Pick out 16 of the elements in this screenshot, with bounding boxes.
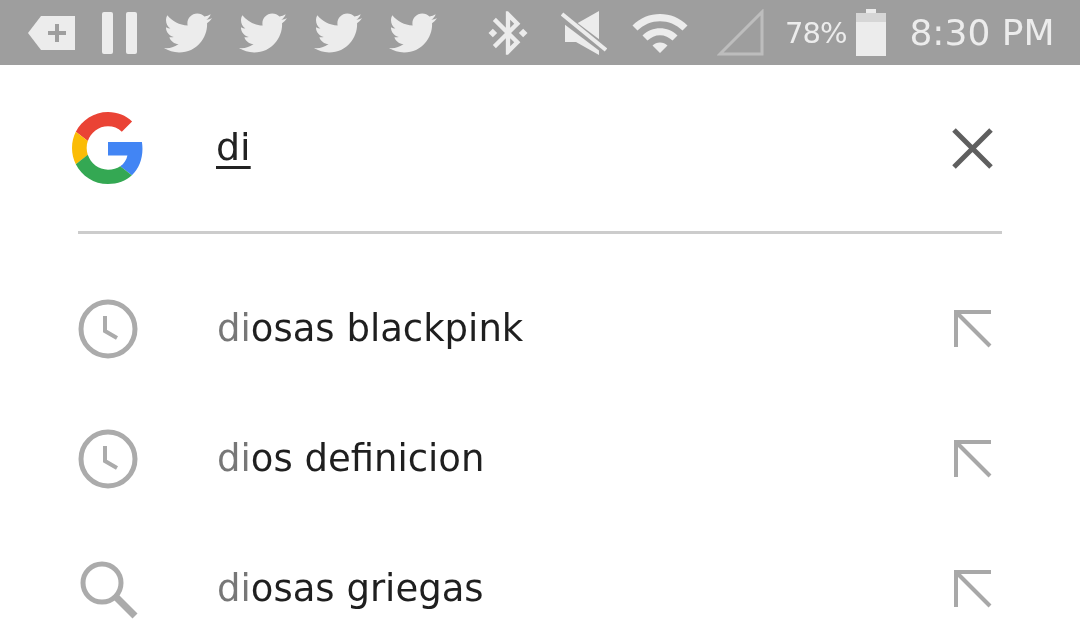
battery-percent: 78% (785, 15, 847, 50)
notification-add-icon (28, 15, 75, 50)
clock-time: 8:30 PM (909, 12, 1055, 53)
suggestion-text[interactable]: diosas griegas (217, 565, 484, 613)
search-icon (78, 559, 138, 619)
suggestion-text[interactable]: dios definicion (217, 435, 485, 483)
speaker-muted-icon (561, 10, 607, 55)
pause-icon (102, 11, 137, 54)
suggestion-text[interactable]: diosas blackpink (217, 305, 524, 353)
close-icon[interactable] (951, 126, 994, 170)
clock-icon (78, 299, 138, 359)
clock-icon (78, 429, 138, 489)
search-field[interactable]: di (216, 125, 951, 171)
google-logo-icon (72, 112, 144, 184)
battery-icon (856, 9, 887, 56)
signal-icon (717, 9, 764, 56)
